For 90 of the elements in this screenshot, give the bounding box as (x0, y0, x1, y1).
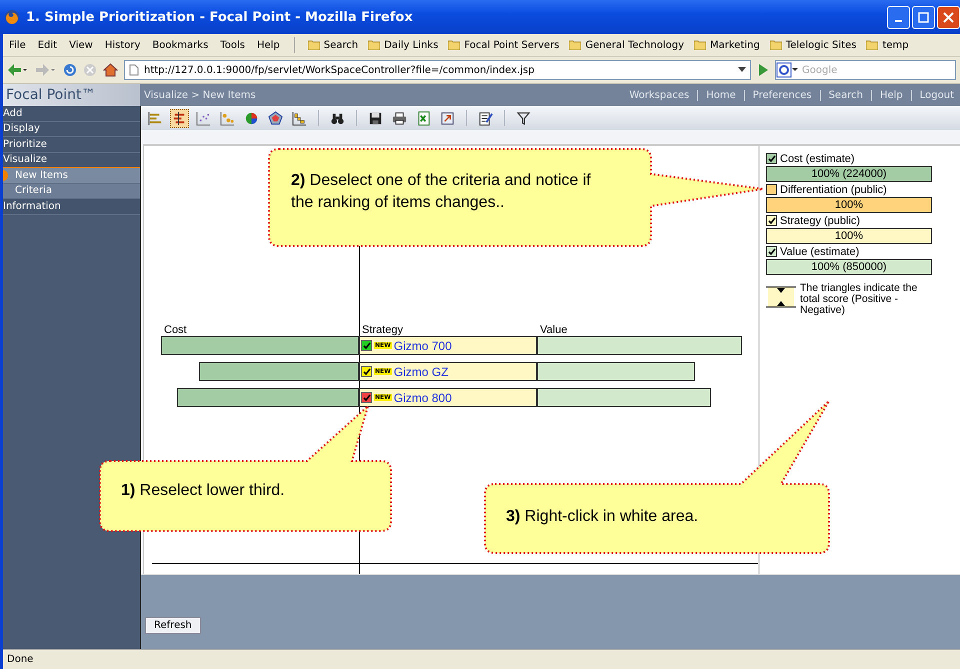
toolbar-button[interactable] (170, 108, 189, 128)
bookmark-item[interactable]: Marketing (689, 40, 765, 50)
criterion-label: Value (estimate) (780, 246, 860, 258)
minimize-button[interactable] (887, 6, 910, 28)
folder-icon (308, 40, 320, 50)
pie-chart-icon (244, 110, 259, 126)
close-button[interactable] (937, 6, 960, 28)
browser-logo-icon (4, 9, 20, 25)
bar-chart-icon (148, 110, 163, 126)
item-checkbox[interactable] (361, 340, 372, 351)
folder-icon (770, 40, 782, 50)
bookmark-item[interactable]: Daily Links (363, 40, 444, 50)
criterion-weight: 100% (224000) (766, 166, 932, 182)
dropdown-icon[interactable] (738, 67, 746, 73)
folder-icon (569, 40, 582, 50)
column-header: Cost (164, 324, 188, 336)
callout-text: 1) Reselect lower third. (121, 481, 286, 501)
folder-icon (448, 40, 460, 50)
scatter-plot-icon (196, 110, 211, 126)
filter-icon (516, 110, 531, 126)
back-icon[interactable] (7, 63, 29, 77)
window-title: 1. Simple Prioritization - Focal Point - Mozilla Firefox (26, 10, 413, 24)
criterion-label: Strategy (public) (780, 214, 860, 226)
save-icon (368, 110, 383, 126)
folder-icon (368, 40, 380, 50)
criterion-checkbox[interactable] (766, 246, 777, 257)
item-checkbox[interactable] (361, 366, 372, 377)
criterion-checkbox[interactable] (766, 215, 777, 226)
breadcrumb: Visualize > New Items (143, 90, 256, 100)
bubble-chart-icon (220, 110, 235, 126)
step-chart-icon (292, 110, 307, 126)
sidebar-item[interactable]: Add (3, 106, 140, 122)
criterion-label: Cost (estimate) (780, 152, 855, 164)
criterion-checkbox[interactable] (766, 184, 777, 195)
radar-chart-icon (268, 110, 283, 126)
folder-icon (694, 40, 706, 50)
bookmark-item[interactable]: Focal Point Servers (443, 40, 564, 50)
refresh-button[interactable]: Refresh (145, 617, 201, 634)
search-engine-icon (776, 62, 798, 78)
folder-icon (866, 40, 878, 50)
bookmark-item[interactable]: General Technology (564, 40, 689, 50)
search-placeholder: Google (802, 64, 838, 76)
callout-text: 2) Deselect one of the criteria and notice if the ranking of items changes.. (291, 171, 592, 214)
menu-item[interactable]: View (63, 40, 99, 50)
sidebar-item[interactable]: Display (3, 122, 140, 137)
notepad-pen-icon (478, 110, 493, 126)
criterion-label: Differentiation (public) (780, 184, 887, 196)
printer-icon (392, 110, 407, 126)
selection-marker (3, 170, 8, 181)
bookmark-item[interactable]: temp (861, 40, 914, 50)
close-icon (943, 12, 954, 22)
sidebar-item[interactable]: Information (3, 199, 140, 214)
bookmark-item[interactable]: Telelogic Sites (764, 40, 862, 50)
sidebar-subitem[interactable]: Criteria (3, 184, 140, 199)
criterion-checkbox[interactable] (766, 153, 777, 164)
minimize-icon (895, 20, 902, 22)
callout-text: 3) Right-click in white area. (506, 507, 700, 527)
column-header: Value (540, 324, 568, 336)
menu-item[interactable]: Bookmarks (146, 40, 214, 50)
criterion-weight: 100% (766, 228, 932, 244)
menu-item[interactable]: History (98, 40, 146, 50)
menu-item[interactable]: Tools (214, 40, 251, 50)
go-icon[interactable] (757, 63, 769, 77)
criterion-weight: 100% (766, 197, 932, 213)
home-icon[interactable] (103, 63, 118, 77)
export-icon (440, 110, 455, 126)
item-link[interactable]: Gizmo 700 (394, 338, 452, 352)
menu-item[interactable]: File (3, 40, 32, 50)
url-text: http://127.0.0.1:9000/fp/servlet/WorkSpaceController?file=/common/index.jsp (144, 64, 534, 76)
item-checkbox[interactable] (361, 392, 372, 403)
stacked-bar-icon (172, 110, 187, 126)
spreadsheet-icon (416, 110, 431, 126)
toolbar-button[interactable] (266, 108, 285, 128)
app-logo: Focal Point™ (3, 84, 140, 106)
item-link[interactable]: Gizmo GZ (394, 364, 448, 378)
maximize-icon (918, 12, 929, 22)
sidebar-item[interactable]: Visualize (3, 152, 140, 168)
menu-item[interactable]: Edit (32, 40, 64, 50)
criterion-weight: 100% (850000) (766, 259, 932, 275)
menu-item[interactable]: Help (250, 40, 286, 50)
legend-note: The triangles indicate the total score (Positive - Negative) (800, 283, 918, 316)
bookmark-item[interactable]: Search (302, 40, 364, 50)
sidebar-item[interactable]: Prioritize (3, 137, 140, 152)
reload-icon[interactable] (63, 63, 77, 77)
sidebar-subitem[interactable]: New Items (3, 168, 140, 184)
item-link[interactable]: Gizmo 800 (394, 390, 452, 404)
maximize-button[interactable] (912, 6, 935, 28)
column-header: Strategy (362, 324, 404, 336)
page-icon (129, 64, 139, 76)
address-field[interactable]: http://127.0.0.1:9000/fp/servlet/WorkSpaceController?file=/common/index.jsp (124, 60, 751, 80)
